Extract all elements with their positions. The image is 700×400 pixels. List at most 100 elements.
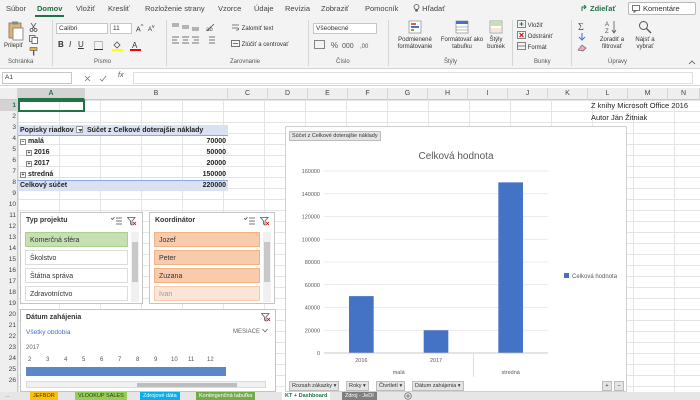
column-header[interactable]: F: [348, 88, 388, 100]
row-header[interactable]: 9: [0, 188, 18, 199]
timeline-level-select[interactable]: MESIACE: [233, 327, 268, 338]
column-header[interactable]: C: [228, 88, 268, 100]
sort-filter-button[interactable]: AZ Zoradiť a filtrovať: [596, 20, 628, 57]
timeline-month[interactable]: 11: [188, 355, 194, 366]
column-header[interactable]: J: [508, 88, 548, 100]
tab-search[interactable]: Hľadať: [413, 4, 445, 13]
formula-input[interactable]: [133, 72, 693, 84]
sheet-tab[interactable]: Zdroj - JeDI: [342, 392, 377, 400]
timeline-month[interactable]: 12: [207, 355, 214, 366]
sheet-tab[interactable]: Kontingenčná tabuľka: [196, 392, 256, 400]
add-sheet-icon[interactable]: [404, 392, 412, 400]
pivot-row-2017[interactable]: + 2017: [26, 158, 50, 169]
decrease-font-icon[interactable]: Av: [148, 24, 155, 34]
row-header[interactable]: 21: [0, 320, 18, 331]
fill-color-icon[interactable]: [112, 40, 123, 51]
tab-review[interactable]: Revízia: [285, 4, 310, 13]
column-header[interactable]: H: [428, 88, 468, 100]
indent-icon[interactable]: [206, 36, 216, 45]
chart-filter-button[interactable]: Roky ▾: [346, 381, 369, 391]
column-header[interactable]: M: [628, 88, 668, 100]
name-box[interactable]: A1: [2, 72, 72, 84]
row-header[interactable]: 22: [0, 331, 18, 342]
insert-function-button[interactable]: fx: [118, 72, 123, 79]
multi-select-icon[interactable]: [244, 217, 256, 226]
comments-button[interactable]: Komentáre: [628, 2, 696, 15]
tab-page-layout[interactable]: Rozloženie strany: [145, 4, 205, 13]
clear-filter-icon[interactable]: [261, 313, 271, 322]
slicer-coordinator[interactable]: Koordinátor Jozef Peter Zuzana Ivan: [149, 212, 275, 304]
column-header[interactable]: E: [308, 88, 348, 100]
slicer-scrollbar[interactable]: [263, 232, 271, 302]
row-header[interactable]: 15: [0, 254, 18, 265]
row-header[interactable]: 12: [0, 221, 18, 232]
scrollbar-thumb[interactable]: [132, 242, 138, 282]
row-header[interactable]: 5: [0, 144, 18, 155]
copy-icon[interactable]: [29, 35, 38, 44]
pivot-row-2016[interactable]: + 2016: [26, 147, 50, 158]
row-header[interactable]: 13: [0, 232, 18, 243]
row-header[interactable]: 23: [0, 342, 18, 353]
slicer-item-selected[interactable]: Zuzana: [154, 268, 260, 283]
font-size-select[interactable]: 11: [110, 23, 132, 34]
tab-insert[interactable]: Vložiť: [76, 4, 95, 13]
vertical-align-icons[interactable]: [171, 23, 201, 32]
timeline-month[interactable]: 8: [136, 355, 139, 366]
column-header[interactable]: D: [268, 88, 308, 100]
tab-data[interactable]: Údaje: [254, 4, 274, 13]
slicer-project-type[interactable]: Typ projektu Komerčná sféra Školstvo Štá…: [20, 212, 143, 304]
tab-home[interactable]: Domov: [37, 4, 62, 13]
expand-icon[interactable]: +: [26, 161, 32, 167]
tab-draw[interactable]: Kresliť: [108, 4, 130, 13]
cell-styles-button[interactable]: Štýly buniek: [485, 20, 507, 57]
slicer-item-selected[interactable]: Peter: [154, 250, 260, 265]
slicer-item[interactable]: Ivan: [154, 286, 260, 301]
pivot-row-labels-header[interactable]: Popisky riadkov: [20, 125, 83, 136]
merge-center-button[interactable]: Zlúčiť a centrovať: [231, 40, 289, 49]
clear-filter-icon[interactable]: [260, 217, 270, 226]
timeline-start-date[interactable]: Dátum zahájenia Všetky obdobia MESIACE 2…: [20, 309, 276, 392]
clear-icon[interactable]: [577, 44, 587, 52]
row-header[interactable]: 6: [0, 155, 18, 166]
collapse-icon[interactable]: −: [20, 139, 26, 145]
tab-view[interactable]: Zobraziť: [321, 4, 349, 13]
column-header[interactable]: B: [85, 88, 228, 100]
select-all-corner[interactable]: [0, 88, 18, 100]
insert-cells-button[interactable]: Vložiť: [517, 20, 543, 30]
clear-filter-icon[interactable]: [127, 217, 137, 226]
pivot-row-stredna[interactable]: + stredná: [20, 169, 53, 180]
row-header[interactable]: 1: [0, 100, 18, 111]
format-cells-button[interactable]: Formát: [517, 42, 547, 52]
timeline-month[interactable]: 2: [28, 355, 31, 366]
collapse-field-button[interactable]: −: [614, 381, 624, 391]
number-format-icons[interactable]: % 000 ,00: [314, 40, 382, 50]
pivot-chart[interactable]: Súčet z Celkové doterajšie náklady Celko…: [285, 126, 627, 392]
row-header[interactable]: 10: [0, 199, 18, 210]
column-header[interactable]: L: [588, 88, 628, 100]
italic-icon[interactable]: I: [69, 41, 71, 49]
fill-icon[interactable]: [577, 33, 587, 41]
expand-icon[interactable]: +: [26, 150, 32, 156]
tab-file[interactable]: Súbor: [6, 4, 26, 13]
timeline-scrollbar[interactable]: [26, 381, 266, 388]
cut-icon[interactable]: [29, 23, 38, 32]
slicer-item[interactable]: Školstvo: [25, 250, 128, 265]
slicer-scrollbar[interactable]: [131, 232, 139, 302]
timeline-month[interactable]: 4: [64, 355, 67, 366]
expand-field-button[interactable]: +: [602, 381, 612, 391]
paste-button[interactable]: Prilepiť: [4, 21, 26, 55]
confirm-formula-icon[interactable]: [99, 75, 107, 82]
row-header[interactable]: 2: [0, 111, 18, 122]
timeline-month[interactable]: 10: [171, 355, 178, 366]
sheet-tab[interactable]: Zdrojové dáta: [140, 392, 180, 400]
timeline-selection-bar[interactable]: [26, 367, 226, 376]
chart-filter-button[interactable]: Rozsah zákazky ▾: [289, 381, 340, 391]
row-header[interactable]: 20: [0, 309, 18, 320]
row-header[interactable]: 11: [0, 210, 18, 221]
row-header[interactable]: 25: [0, 364, 18, 375]
sheet-tab[interactable]: VLOOKUP SALES: [75, 392, 127, 400]
row-header[interactable]: 3: [0, 122, 18, 133]
chart-value-field-button[interactable]: Súčet z Celkové doterajšie náklady: [289, 131, 381, 141]
filter-dropdown-icon[interactable]: [75, 126, 83, 133]
cancel-formula-icon[interactable]: [84, 75, 91, 82]
